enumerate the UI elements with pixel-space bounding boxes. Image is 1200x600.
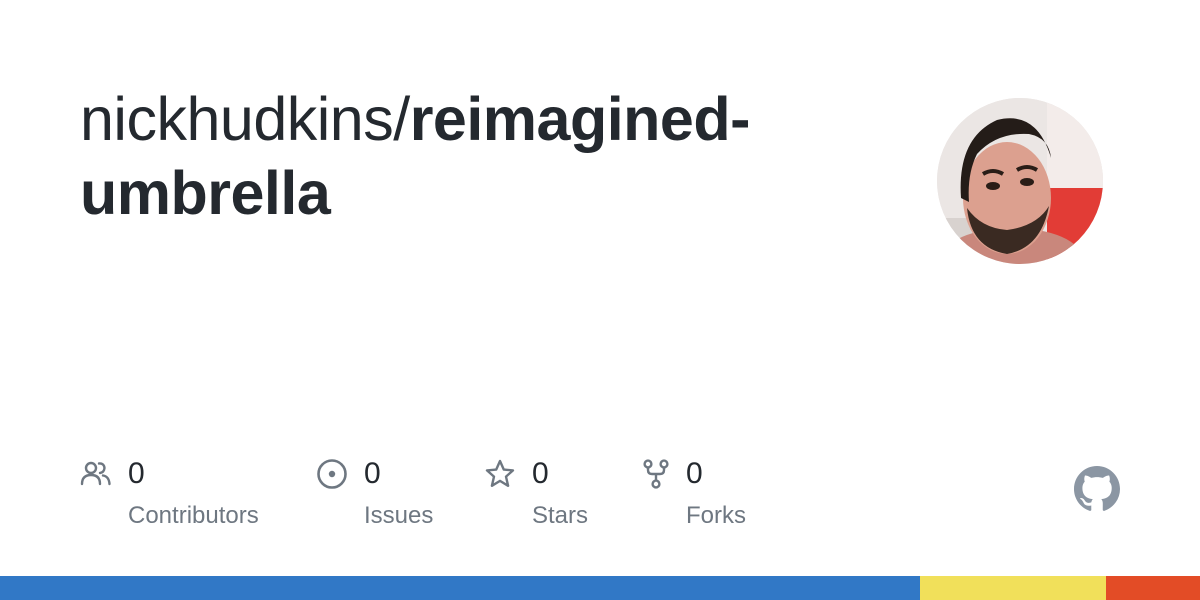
repo-owner: nickhudkins/ xyxy=(80,85,410,153)
people-icon xyxy=(80,461,111,486)
forks-count: 0 xyxy=(686,457,703,490)
issues-label: Issues xyxy=(364,502,434,529)
forks-label: Forks xyxy=(686,502,746,529)
stars-count: 0 xyxy=(532,457,549,490)
contributors-count: 0 xyxy=(128,457,145,490)
language-bar-segment xyxy=(0,576,921,600)
github-mark-icon[interactable] xyxy=(1074,466,1120,512)
issue-opened-icon xyxy=(317,459,347,489)
contributors-label: Contributors xyxy=(128,502,259,529)
issues-count: 0 xyxy=(364,457,381,490)
repo-forked-icon xyxy=(643,459,669,489)
language-bar-segment xyxy=(1106,576,1200,600)
avatar-photo xyxy=(937,98,1103,264)
stars-label: Stars xyxy=(532,502,589,529)
star-icon xyxy=(485,459,515,487)
language-bar xyxy=(0,576,1200,600)
language-bar-segment xyxy=(920,576,1107,600)
repo-title: nickhudkins/reimagined-umbrella xyxy=(80,82,840,230)
owner-avatar xyxy=(937,98,1103,264)
